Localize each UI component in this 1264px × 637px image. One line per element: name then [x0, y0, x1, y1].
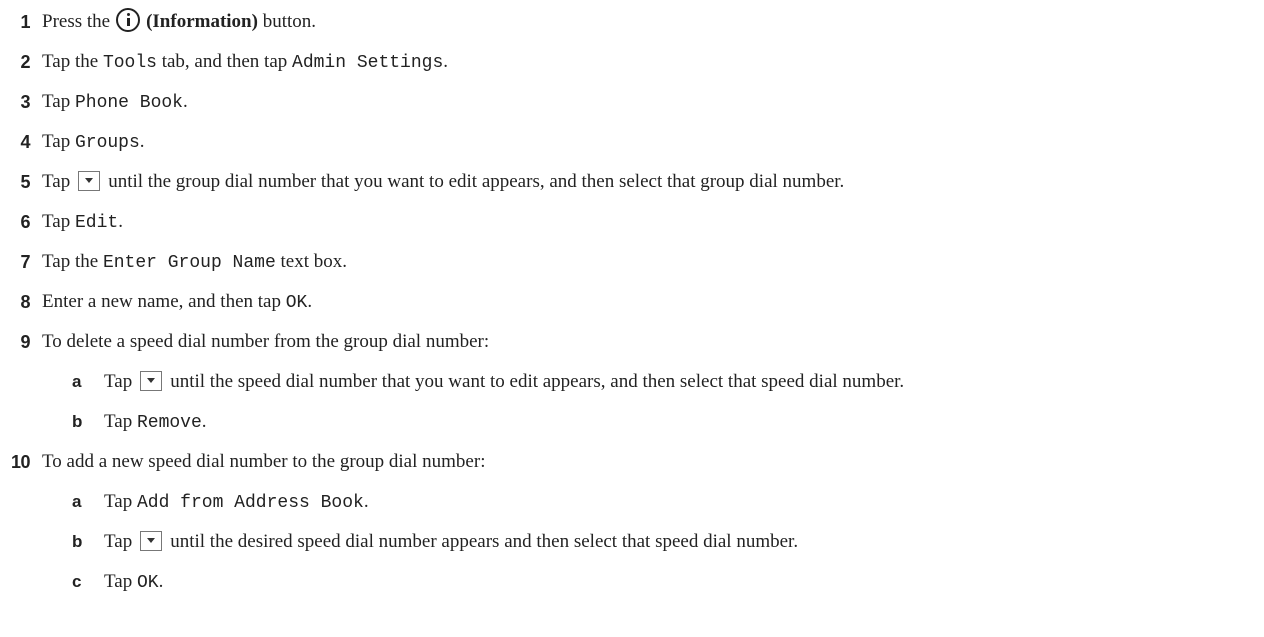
- step-text-part: Tap: [42, 211, 75, 232]
- substep-letter: a: [72, 492, 81, 511]
- step-text: Tap OK.: [104, 566, 163, 599]
- remove-ref: Remove: [136, 413, 202, 433]
- step-text: Enter a new name, and then tap OK.: [42, 286, 312, 319]
- step-text-part: Tap: [104, 531, 133, 552]
- step-text-part: Tap: [104, 371, 133, 392]
- step-text: Tap until the group dial number that you …: [42, 166, 844, 198]
- step-text-part: .: [158, 571, 164, 592]
- step-number: 5: [20, 172, 30, 192]
- step-text-part: until the desired speed dial number appe…: [170, 531, 799, 552]
- step-text-part: Tap the: [42, 51, 103, 72]
- step-number: 8: [20, 292, 30, 312]
- step-text: Tap the Enter Group Name text box.: [42, 246, 347, 279]
- substep-letter: b: [72, 532, 82, 551]
- ok-ref: OK: [136, 573, 159, 593]
- step-text-part: until the group dial number that you wan…: [108, 171, 845, 192]
- groups-ref: Groups: [74, 133, 140, 153]
- down-arrow-button-icon: [140, 371, 163, 391]
- step-text-part: text box.: [275, 251, 348, 272]
- step-number: 4: [20, 132, 30, 152]
- step-text-part: tab, and then tap: [156, 51, 293, 72]
- substep-letter: b: [72, 412, 82, 431]
- step-text-part: Tap: [42, 131, 75, 152]
- step-text: Tap until the speed dial number that you …: [104, 366, 904, 398]
- step-text-part: Tap: [104, 491, 137, 512]
- step-number: 10: [10, 452, 31, 472]
- step-text-part: Tap: [42, 91, 75, 112]
- enter-group-name-ref: Enter Group Name: [102, 253, 276, 273]
- step-text: Tap Groups.: [42, 126, 145, 159]
- tools-tab-ref: Tools: [102, 53, 157, 73]
- add-from-address-book-ref: Add from Address Book: [136, 493, 364, 513]
- step-text-part: button.: [257, 11, 317, 32]
- step-text-part: .: [363, 491, 369, 512]
- information-icon: [116, 8, 141, 32]
- step-number: 3: [20, 92, 30, 112]
- edit-ref: Edit: [74, 213, 119, 233]
- step-text-part: .: [118, 211, 123, 232]
- step-text-part: .: [307, 291, 313, 312]
- step-text: Tap Edit.: [42, 206, 123, 239]
- step-text: To delete a speed dial number from the g…: [42, 331, 490, 352]
- step-text-part: Press the: [42, 11, 111, 32]
- step-text: To add a new speed dial number to the gr…: [42, 451, 486, 472]
- information-label: (Information): [146, 11, 258, 32]
- step-number: 1: [20, 12, 30, 32]
- step-number: 2: [20, 52, 30, 72]
- step-text-part: .: [201, 411, 207, 432]
- substep-letter: c: [72, 572, 81, 591]
- step-number: 7: [20, 252, 30, 272]
- step-text-part: Tap the: [42, 251, 103, 272]
- instructions-document: 1 Press the (Information) button. 2 Tap t…: [0, 0, 1264, 637]
- step-text: Press the (Information) button.: [42, 6, 316, 38]
- phone-book-ref: Phone Book: [74, 93, 183, 113]
- step-text-part: Enter a new name, and then tap: [42, 291, 286, 312]
- step-text: Tap Remove.: [104, 406, 207, 439]
- step-text-part: Tap: [104, 411, 137, 432]
- step-text-part: until the speed dial number that you wan…: [170, 371, 905, 392]
- admin-settings-ref: Admin Settings: [292, 53, 444, 73]
- step-text-part: .: [183, 91, 188, 112]
- step-text: Tap the Tools tab, and then tap Admin Se…: [42, 46, 448, 79]
- ok-ref: OK: [285, 293, 308, 313]
- step-text: Tap Phone Book.: [42, 86, 188, 119]
- down-arrow-button-icon: [78, 171, 101, 191]
- step-number: 9: [20, 332, 30, 352]
- step-text-part: .: [443, 51, 449, 72]
- step-text-part: .: [139, 131, 145, 152]
- step-text-part: Tap: [42, 171, 71, 192]
- step-text-part: Tap: [104, 571, 137, 592]
- down-arrow-button-icon: [140, 531, 163, 551]
- step-text: Tap until the desired speed dial number a…: [104, 526, 798, 558]
- step-number: 6: [20, 212, 30, 232]
- substep-letter: a: [72, 372, 81, 391]
- step-text: Tap Add from Address Book.: [104, 486, 369, 519]
